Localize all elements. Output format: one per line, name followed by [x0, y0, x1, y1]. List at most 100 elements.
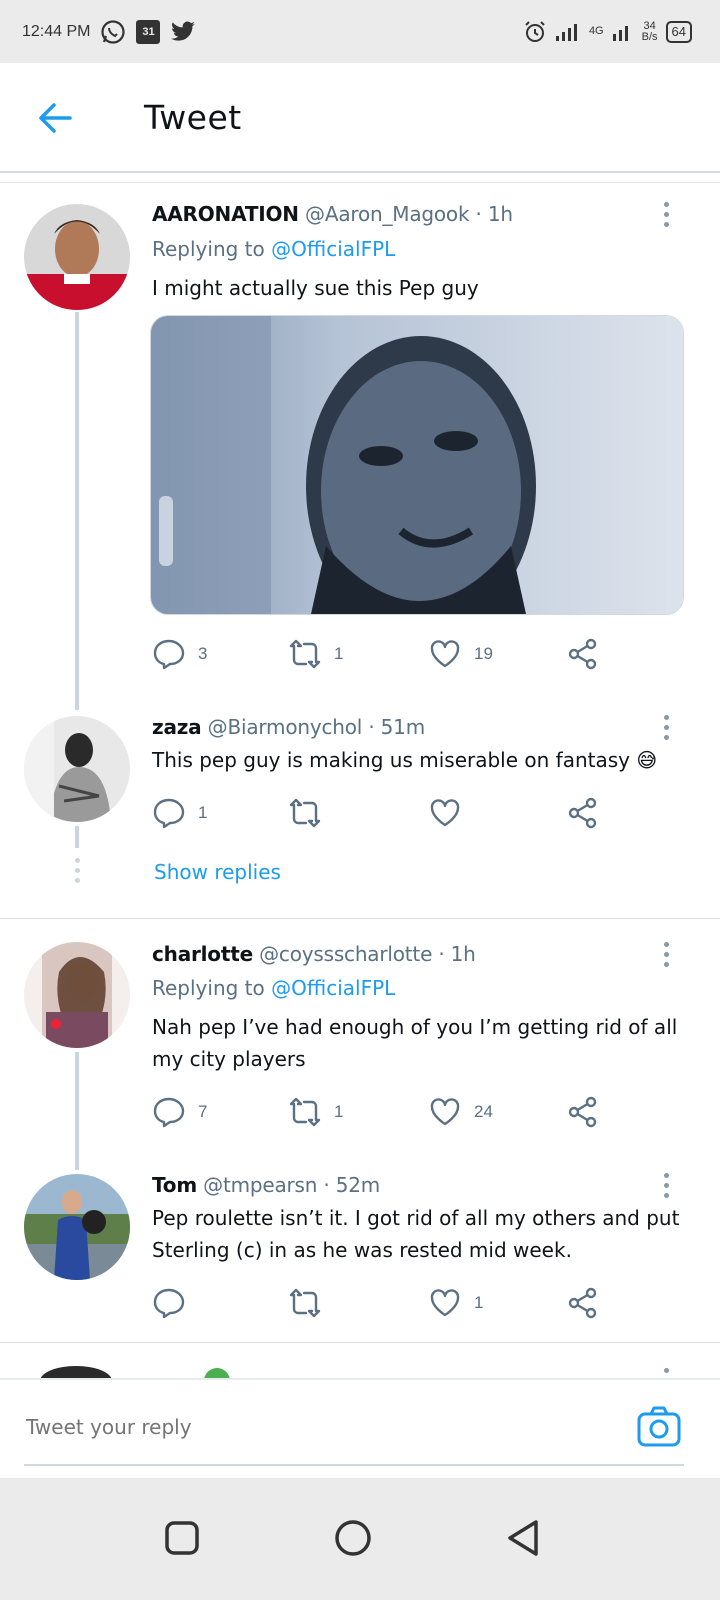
- display-name[interactable]: charlotte: [152, 942, 253, 966]
- retweet-icon: [289, 1097, 321, 1127]
- share-button[interactable]: [566, 634, 600, 674]
- status-time: 12:44 PM: [22, 22, 91, 40]
- more-options-icon[interactable]: [664, 202, 672, 232]
- avatar[interactable]: [24, 1174, 130, 1280]
- reply-count: 1: [198, 803, 208, 822]
- replying-to: Replying to @OfficialFPL: [152, 976, 395, 1000]
- retweet-icon: [289, 639, 321, 669]
- reply-icon: [153, 639, 185, 670]
- show-replies-link[interactable]: Show replies: [154, 860, 281, 884]
- system-nav-bar: [0, 1478, 720, 1600]
- share-button[interactable]: [566, 793, 600, 833]
- header-divider-secondary: [0, 182, 720, 183]
- reply-count: 3: [198, 644, 208, 663]
- emoji-badge: [204, 1368, 230, 1378]
- tweet-media-image[interactable]: [150, 315, 684, 615]
- handle[interactable]: @coyssscharlotte: [259, 942, 432, 966]
- reply-input[interactable]: [24, 1414, 588, 1440]
- share-icon: [568, 797, 597, 829]
- network-type: 4G: [589, 26, 604, 37]
- handle[interactable]: @Biarmonychol: [208, 715, 363, 739]
- tweet-text: I might actually sue this Pep guy: [152, 276, 479, 300]
- avatar[interactable]: [24, 716, 130, 822]
- display-name[interactable]: Tom: [152, 1173, 197, 1197]
- share-button[interactable]: [566, 1283, 600, 1323]
- more-options-icon[interactable]: [664, 715, 672, 745]
- thread-line: [75, 826, 79, 848]
- share-button[interactable]: [566, 1092, 600, 1132]
- tweet-actions: 3 1 19: [152, 634, 622, 674]
- more-options-icon[interactable]: [664, 1173, 672, 1203]
- avatar: [40, 1366, 112, 1378]
- reply-icon: [153, 798, 185, 829]
- reply-icon: [153, 1097, 185, 1128]
- partial-next-tweet: [0, 1360, 720, 1378]
- retweet-icon: [289, 1288, 321, 1318]
- avatar[interactable]: [24, 942, 130, 1048]
- like-button[interactable]: 19: [428, 634, 493, 674]
- reply-button[interactable]: 3: [152, 634, 207, 674]
- more-options-icon: [664, 1368, 669, 1373]
- camera-icon[interactable]: [636, 1404, 682, 1450]
- mention-link[interactable]: @OfficialFPL: [271, 976, 395, 1000]
- more-options-icon[interactable]: [664, 942, 672, 972]
- share-icon: [568, 638, 597, 670]
- share-icon: [568, 1287, 597, 1319]
- thread-divider: [0, 1342, 720, 1343]
- replying-to: Replying to @OfficialFPL: [152, 237, 395, 261]
- alarm-icon: [525, 20, 545, 42]
- back-icon[interactable]: [502, 1516, 546, 1560]
- retweet-button[interactable]: 1: [288, 1092, 343, 1132]
- display-name[interactable]: AARONATION: [152, 202, 299, 226]
- like-button[interactable]: [428, 793, 474, 833]
- thread-continuation-dots: [75, 858, 80, 888]
- timestamp: · 51m: [368, 715, 425, 739]
- tweet-header: zaza @Biarmonychol · 51m: [152, 715, 425, 739]
- tweet-actions: 7 1 24: [152, 1092, 622, 1132]
- tweet-header: charlotte @coyssscharlotte · 1h: [152, 942, 476, 966]
- retweet-icon: [289, 798, 321, 828]
- reply-button[interactable]: [152, 1283, 198, 1323]
- retweet-count: 1: [334, 644, 344, 663]
- tweet-text: This pep guy is making us miserable on f…: [152, 748, 658, 772]
- like-count: 19: [474, 644, 493, 663]
- network-speed: 34 B/s: [642, 20, 658, 43]
- reply-icon: [153, 1288, 185, 1319]
- reply-button[interactable]: 7: [152, 1092, 207, 1132]
- retweet-button[interactable]: 1: [288, 634, 343, 674]
- header-divider: [0, 171, 720, 173]
- heart-icon: [430, 1289, 460, 1317]
- twitter-icon: [171, 21, 196, 41]
- timestamp: · 1h: [475, 202, 514, 226]
- thread-line: [75, 1052, 79, 1170]
- network-type-label: 4G: [588, 25, 604, 37]
- retweet-count: 1: [334, 1102, 344, 1121]
- mention-link[interactable]: @OfficialFPL: [271, 237, 395, 261]
- heart-icon: [430, 799, 460, 827]
- reply-button[interactable]: 1: [152, 793, 207, 833]
- timestamp: · 1h: [438, 942, 476, 966]
- tweet-header: Tom @tmpearsn · 52m: [152, 1173, 380, 1197]
- tweet-text: Nah pep I’ve had enough of you I’m getti…: [152, 1015, 678, 1071]
- display-name[interactable]: zaza: [152, 715, 202, 739]
- like-button[interactable]: 24: [428, 1092, 493, 1132]
- status-bar: 12:44 PM 31 4G 34 B/s 64: [0, 0, 720, 63]
- timestamp: · 52m: [323, 1173, 381, 1197]
- retweet-button[interactable]: [288, 1283, 334, 1323]
- heart-icon: [430, 640, 460, 668]
- handle[interactable]: @tmpearsn: [203, 1173, 317, 1197]
- header: Tweet: [0, 63, 720, 171]
- back-arrow-icon[interactable]: [36, 99, 74, 137]
- thread-divider: [0, 918, 720, 919]
- reply-count: 7: [198, 1102, 208, 1121]
- like-button[interactable]: 1: [428, 1283, 483, 1323]
- avatar[interactable]: [24, 204, 130, 310]
- handle[interactable]: @Aaron_Magook: [305, 202, 469, 226]
- tweet-actions: 1: [152, 793, 622, 833]
- like-count: 24: [474, 1102, 493, 1121]
- like-count: 1: [474, 1293, 484, 1312]
- recents-icon[interactable]: [160, 1516, 204, 1560]
- retweet-button[interactable]: [288, 793, 334, 833]
- home-icon[interactable]: [331, 1516, 375, 1560]
- heart-icon: [430, 1098, 460, 1126]
